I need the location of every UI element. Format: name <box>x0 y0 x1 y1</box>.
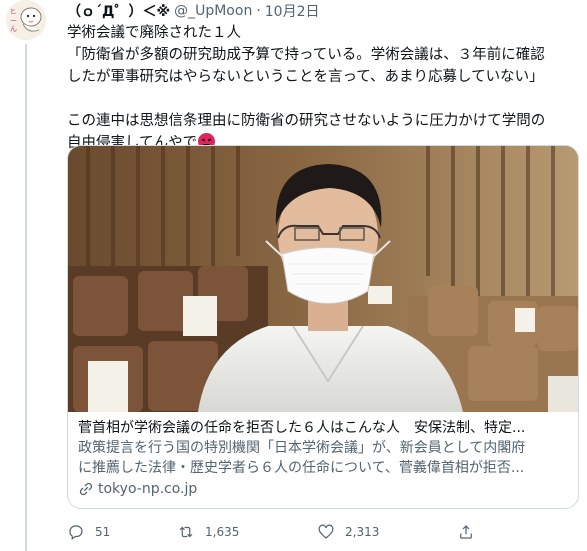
retweet-count: 1,635 <box>205 525 240 539</box>
reply-icon <box>69 525 83 540</box>
card-meta: 菅首相が学術会議の任命を拒否した６人はこんな人 安保法制、特定... 政策提言を… <box>68 412 578 499</box>
svg-text:と: と <box>9 7 17 16</box>
card-image[interactable] <box>68 146 578 412</box>
like-button[interactable]: 2,313 <box>317 523 457 541</box>
tweet-date[interactable]: 10月2日 <box>265 1 320 21</box>
retweet-icon <box>179 526 193 538</box>
tweet-text-line: この連中は思想信条理由に防衛省の研究させないように圧力かけて学問の <box>67 113 546 129</box>
link-icon <box>79 482 93 496</box>
reply-count: 51 <box>95 525 111 539</box>
tweet-header: （ｏ´Д゜）＜※ @_UpMoon · 10月2日 <box>67 0 579 22</box>
card-domain-text: tokyo-np.co.jp <box>98 481 198 497</box>
tweet-text: 学術会議で廃除された１人 「防衛省が多額の研究助成予算で持っている。学術会議は、… <box>67 22 579 154</box>
thread-line <box>25 44 27 551</box>
heart-icon <box>318 524 334 539</box>
svg-text:ー: ー <box>10 17 17 25</box>
user-handle[interactable]: @_UpMoon <box>174 3 252 19</box>
tweet-text-line: したが軍事研究はやらないということを言って、あまり応募していない」 <box>67 69 544 85</box>
share-button[interactable] <box>457 523 475 541</box>
card-photo <box>68 146 578 412</box>
share-icon <box>460 525 472 539</box>
avatar[interactable]: と ー ん <box>6 0 46 40</box>
avatar-image: と ー ん <box>6 0 46 40</box>
card-title[interactable]: 菅首相が学術会議の任命を拒否した６人はこんな人 安保法制、特定... <box>78 418 568 438</box>
card-domain[interactable]: tokyo-np.co.jp <box>78 479 568 499</box>
card-description-line: に推薦した法律・歴史学者ら６人の任命について、菅義偉首相が拒否... <box>78 460 525 476</box>
tweet[interactable]: （ｏ´Д゜）＜※ @_UpMoon · 10月2日 学術会議で廃除された１人 「… <box>67 0 579 540</box>
tweet-text-line: 学術会議で廃除された１人 <box>67 25 241 41</box>
display-name[interactable]: （ｏ´Д゜）＜※ <box>67 1 170 21</box>
like-count: 2,313 <box>345 525 380 539</box>
tweet-actions: 51 1,635 2,313 <box>67 520 497 544</box>
tweet-text-line: 「防衛省が多額の研究助成予算で持っている。学術会議は、３年前に確認 <box>67 47 545 63</box>
reply-button[interactable]: 51 <box>67 523 177 541</box>
card-description-line: 政策提言を行う国の特別機関「日本学術会議」が、新会員として内閣府 <box>78 440 526 456</box>
link-card[interactable]: 菅首相が学術会議の任命を拒否した６人はこんな人 安保法制、特定... 政策提言を… <box>67 145 579 509</box>
svg-text:ん: ん <box>10 25 17 33</box>
separator-dot: · <box>256 3 261 19</box>
retweet-button[interactable]: 1,635 <box>177 523 317 541</box>
